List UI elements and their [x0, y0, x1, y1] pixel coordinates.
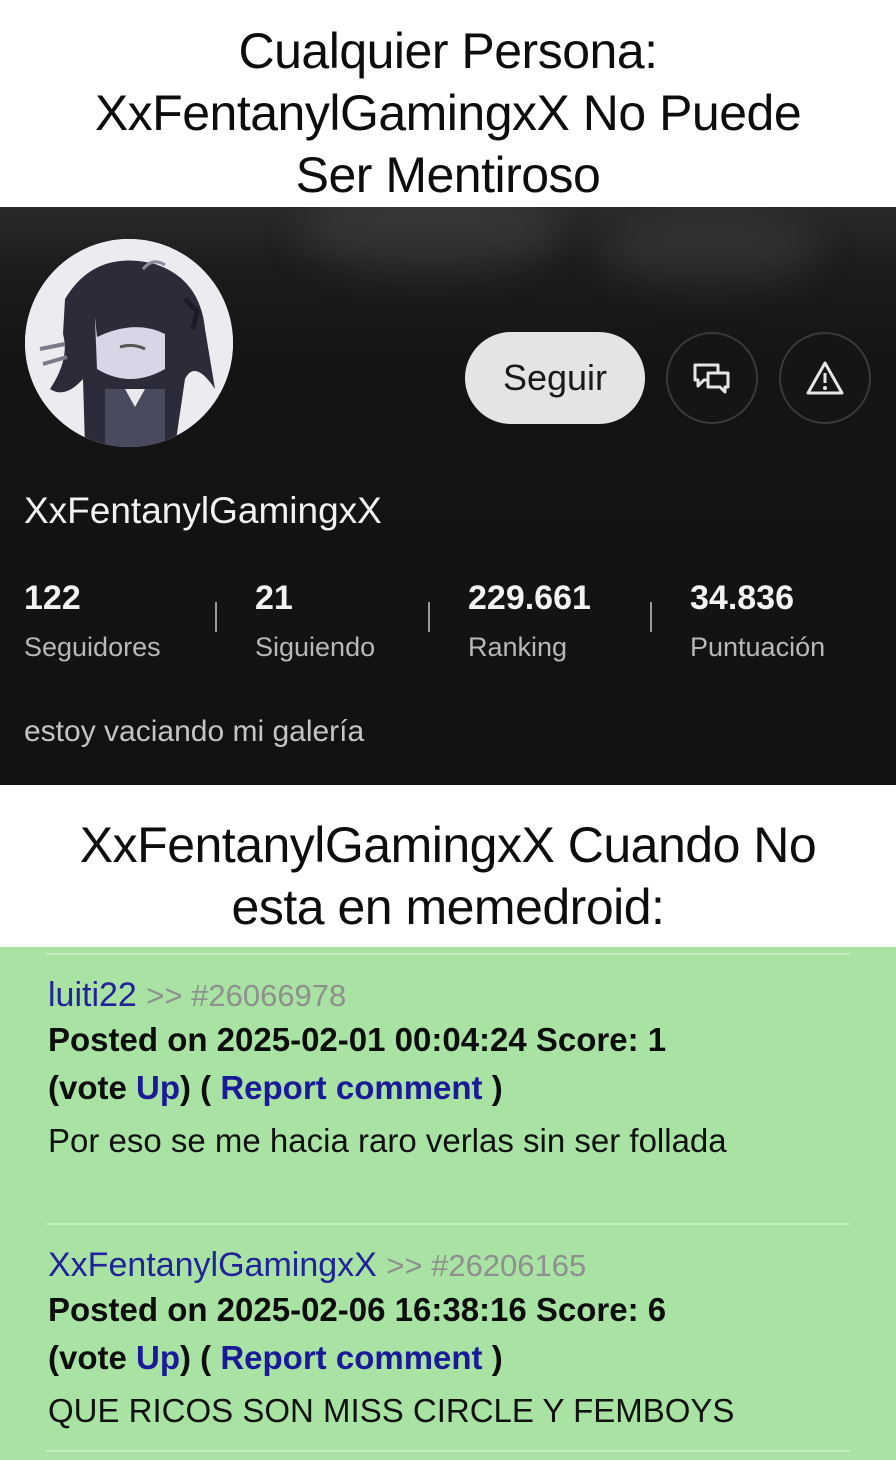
comment-reference-link[interactable]: >> #26206165	[386, 1248, 586, 1283]
comment-reference-link[interactable]: >> #26066978	[146, 978, 346, 1013]
comment-divider	[46, 1223, 850, 1225]
comment-divider	[46, 1450, 850, 1452]
middle-caption-line-1: XxFentanylGamingxX Cuando No	[79, 817, 817, 873]
stat-value: 34.836	[690, 579, 794, 617]
chat-bubbles-icon	[693, 363, 730, 394]
comment-meta: Posted on 2025-02-06 16:38:16 Score: 6 (…	[48, 1286, 848, 1382]
comment: XxFentanylGamingxX >> #26206165 Posted o…	[48, 1245, 848, 1434]
vote-close: ) (	[180, 1339, 221, 1376]
profile-bio: estoy vaciando mi galería	[24, 715, 365, 748]
background-blur	[600, 217, 820, 287]
vote-up-link[interactable]: Up	[136, 1069, 180, 1106]
background-blur	[300, 207, 560, 277]
middle-caption-line-2: esta en memedroid:	[231, 879, 665, 935]
stat-following[interactable]: 21 Siguiendo	[255, 579, 375, 663]
vote-close: ) (	[180, 1069, 221, 1106]
comment-header: luiti22 >> #26066978	[48, 975, 848, 1016]
stat-label: Seguidores	[24, 632, 161, 662]
comment-author-link[interactable]: luiti22	[48, 976, 137, 1014]
report-comment-link[interactable]: Report comment	[220, 1339, 482, 1376]
vote-open: (vote	[48, 1339, 137, 1376]
top-caption-line-3: Ser Mentiroso	[295, 147, 601, 203]
comment-posted-info: Posted on 2025-02-06 16:38:16 Score: 6	[48, 1291, 667, 1328]
stat-divider	[428, 602, 430, 632]
comment-body: Por eso se me hacia raro verlas sin ser …	[48, 1122, 727, 1159]
comment: luiti22 >> #26066978 Posted on 2025-02-0…	[48, 975, 848, 1164]
stat-ranking[interactable]: 229.661 Ranking	[468, 579, 591, 663]
comment-divider	[46, 953, 850, 955]
report-close: )	[482, 1069, 503, 1106]
report-close: )	[482, 1339, 503, 1376]
stat-value: 229.661	[468, 579, 591, 617]
vote-up-link[interactable]: Up	[136, 1339, 180, 1376]
stat-score[interactable]: 34.836 Puntuación	[690, 579, 825, 663]
top-caption-line-2: XxFentanylGamingxX No Puede	[94, 85, 802, 141]
stat-value: 21	[255, 579, 293, 617]
report-button[interactable]	[779, 332, 871, 424]
warning-triangle-icon	[806, 361, 844, 395]
top-caption: Cualquier Persona: XxFentanylGamingxX No…	[0, 20, 896, 206]
profile-card: Seguir XxFentanylGamingxX 122 Seguidores…	[0, 207, 896, 785]
comment-header: XxFentanylGamingxX >> #26206165	[48, 1245, 848, 1286]
avatar-illustration	[25, 239, 233, 447]
comment-body: QUE RICOS SON MISS CIRCLE Y FEMBOYS	[48, 1392, 735, 1429]
report-comment-link[interactable]: Report comment	[220, 1069, 482, 1106]
comment-author-link[interactable]: XxFentanylGamingxX	[48, 1246, 377, 1284]
comments-panel: luiti22 >> #26066978 Posted on 2025-02-0…	[0, 947, 896, 1460]
stat-label: Puntuación	[690, 632, 826, 662]
stat-followers[interactable]: 122 Seguidores	[24, 579, 161, 663]
stat-label: Siguiendo	[255, 632, 376, 662]
stat-label: Ranking	[468, 632, 568, 662]
profile-username: XxFentanylGamingxX	[24, 490, 382, 531]
message-button[interactable]	[666, 332, 758, 424]
vote-open: (vote	[48, 1069, 137, 1106]
stat-divider	[215, 602, 217, 632]
stat-divider	[650, 602, 652, 632]
follow-button[interactable]: Seguir	[465, 332, 645, 424]
avatar[interactable]	[25, 239, 233, 447]
stat-value: 122	[24, 579, 81, 617]
top-caption-line-1: Cualquier Persona:	[238, 23, 658, 79]
middle-caption: XxFentanylGamingxX Cuando No esta en mem…	[0, 814, 896, 938]
comment-meta: Posted on 2025-02-01 00:04:24 Score: 1 (…	[48, 1016, 848, 1112]
comment-posted-info: Posted on 2025-02-01 00:04:24 Score: 1	[48, 1021, 667, 1058]
